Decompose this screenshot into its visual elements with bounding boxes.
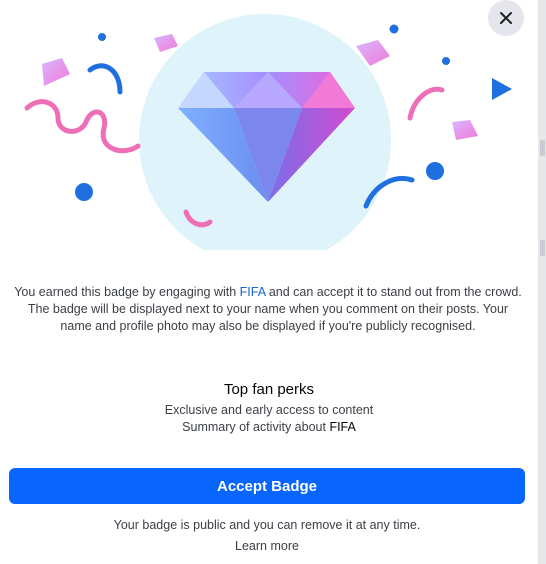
badge-hero-illustration: [0, 0, 538, 266]
confetti-blue-dot-small: [98, 33, 106, 41]
badge-dialog: You earned this badge by engaging with F…: [0, 0, 538, 564]
background-edge: [538, 0, 546, 564]
confetti-blue-dot-right: [426, 162, 444, 180]
confetti-blue-triangle: [492, 78, 512, 100]
confetti-pink-arc-right: [407, 86, 445, 121]
perk-item-text: Summary of activity about: [182, 420, 330, 434]
confetti-blue-arc-left: [87, 63, 123, 95]
perk-item: Summary of activity about FIFA: [0, 420, 538, 434]
learn-more-link[interactable]: Learn more: [0, 539, 534, 553]
entity-link[interactable]: FIFA: [240, 285, 266, 299]
confetti-diamond-top: [154, 34, 178, 52]
confetti-diamond-right-low: [452, 120, 478, 140]
edge-mark: [540, 240, 545, 256]
confetti-diamond-left: [42, 58, 70, 86]
confetti-pink-squiggle-left: [24, 99, 141, 154]
description-text-1: You earned this badge by engaging with: [14, 285, 240, 299]
confetti-blue-dot-left: [75, 183, 93, 201]
perk-item-entity: FIFA: [329, 420, 356, 434]
close-icon: [500, 12, 512, 24]
edge-mark: [540, 140, 545, 156]
confetti-blue-dot-top-right: [389, 24, 399, 34]
public-badge-note: Your badge is public and you can remove …: [113, 518, 421, 532]
perks-title: Top fan perks: [223, 381, 315, 398]
close-button[interactable]: [488, 0, 524, 36]
badge-description: You earned this badge by engaging with F…: [12, 284, 524, 335]
perk-item: Exclusive and early access to content: [164, 403, 374, 417]
accept-badge-button[interactable]: Accept Badge: [9, 468, 525, 504]
confetti-blue-dot-mid-right: [442, 57, 450, 65]
